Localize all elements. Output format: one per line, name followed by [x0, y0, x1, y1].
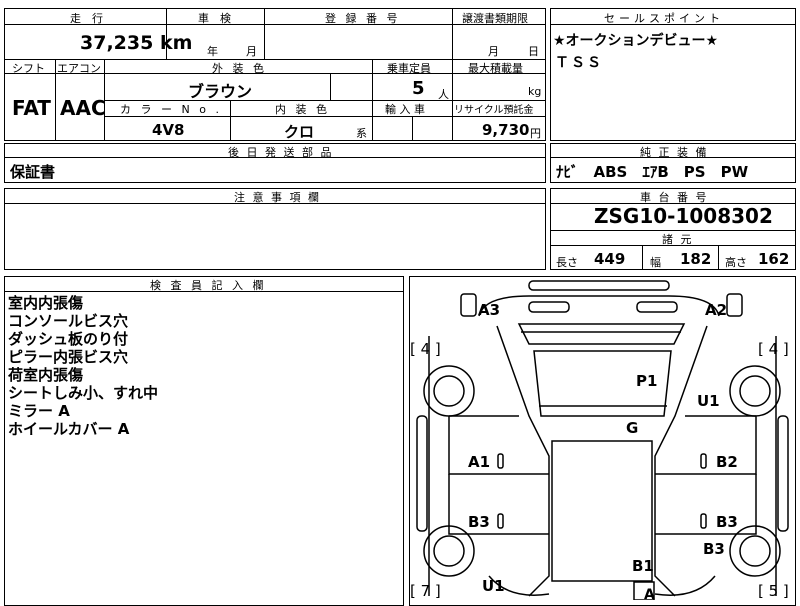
- damage-mark-a-rear: A: [644, 587, 655, 603]
- damage-mark-u1-right: U1: [697, 392, 720, 410]
- inspector-header: 検 査 員 記 入 欄: [150, 279, 267, 292]
- height-label: 高さ: [725, 256, 747, 269]
- capacity-value: 5: [412, 78, 425, 99]
- chassis-header: 車 台 番 号: [640, 191, 709, 204]
- damage-mark-g: G: [626, 419, 639, 437]
- max-load-header: 最大積載量: [468, 62, 523, 75]
- capacity-unit: 人: [438, 88, 449, 101]
- exterior-color-header: 外 装 色: [212, 62, 267, 75]
- tire-depth-right-front: [ 4 ]: [758, 340, 789, 358]
- load-unit: kg: [528, 85, 542, 98]
- specs-header: 諸 元: [662, 233, 694, 246]
- sales-point-item-1: ★オークションデビュー★: [553, 33, 719, 49]
- list-item: ホイールカバー A: [8, 420, 130, 438]
- mileage-value: 37,235 km: [80, 32, 193, 54]
- list-item: 荷室内張傷: [8, 366, 84, 384]
- import-header: 輸 入 車: [385, 103, 425, 116]
- inspector-notes-list: 室内内張傷 コンソールビス穴 ダッシュ板のり付 ピラー内張ビス穴 荷室内張傷 シ…: [8, 294, 158, 438]
- equipment-header: 純 正 装 備: [640, 146, 709, 159]
- color-no-header: カ ラ ー N o .: [120, 103, 222, 116]
- transfer-deadline-header: 譲渡書類期限: [462, 12, 528, 25]
- damage-mark-b3-rear: B3: [703, 540, 725, 558]
- aircon-value: AAC: [60, 96, 106, 120]
- interior-color-value: クロ: [284, 123, 315, 141]
- sales-point-item-2: ＴＳＳ: [555, 55, 603, 71]
- chassis-number: ZSG10-1008302: [594, 204, 773, 228]
- recycle-unit: 円: [530, 127, 541, 140]
- damage-mark-b3-right: B3: [716, 513, 738, 531]
- tire-depth-left-rear: [ 7 ]: [410, 582, 441, 600]
- car-diagram: [416, 280, 789, 600]
- damage-mark-u1-left: U1: [482, 577, 505, 595]
- damage-mark-b2: B2: [716, 453, 738, 471]
- list-item: コンソールビス穴: [8, 312, 129, 330]
- tire-depth-right-rear: [ 5 ]: [758, 582, 789, 600]
- sales-point-header: セールスポイント: [604, 12, 724, 25]
- equipment-value: ﾅﾋﾞ ABS ｴｱB PS PW: [556, 163, 749, 181]
- sales-point-box: [550, 8, 796, 141]
- damage-mark-p1: P1: [636, 372, 658, 390]
- mileage-header: 走 行: [70, 12, 103, 25]
- color-no-value: 4V8: [152, 121, 185, 139]
- deadline-month: 月: [488, 45, 499, 58]
- height-value: 162: [758, 250, 790, 268]
- aircon-header: エアコン: [57, 62, 101, 75]
- length-value: 449: [594, 250, 626, 268]
- recycle-amount: 9,730: [482, 121, 530, 139]
- width-label: 幅: [650, 256, 661, 269]
- interior-color-header: 内 装 色: [275, 103, 330, 116]
- list-item: 室内内張傷: [8, 294, 84, 312]
- width-value: 182: [680, 250, 712, 268]
- shift-value: FAT: [12, 96, 51, 120]
- damage-mark-b1: B1: [632, 557, 654, 575]
- length-label: 長さ: [556, 256, 578, 269]
- recycle-header: リサイクル預託金: [454, 105, 534, 116]
- list-item: ピラー内張ビス穴: [8, 348, 129, 366]
- inspection-year: 年: [207, 45, 218, 58]
- registration-header: 登 録 番 号: [325, 12, 401, 25]
- damage-mark-a3: A3: [478, 301, 501, 319]
- exterior-color-value: ブラウン: [188, 82, 253, 101]
- notes-header: 注 意 事 項 欄: [234, 191, 321, 204]
- inspection-header: 車 検: [198, 12, 231, 25]
- later-parts-header: 後 日 発 送 部 品: [228, 146, 334, 159]
- damage-mark-a2: A2: [705, 301, 728, 319]
- deadline-day: 日: [528, 45, 539, 58]
- tire-depth-left-front: [ 4 ]: [410, 340, 441, 358]
- interior-color-suffix: 系: [356, 127, 367, 140]
- damage-mark-a1: A1: [468, 453, 491, 471]
- damage-mark-b3-left: B3: [468, 513, 490, 531]
- capacity-header: 乗車定員: [387, 62, 431, 75]
- list-item: ミラー A: [8, 402, 70, 420]
- shift-header: シフト: [12, 62, 45, 75]
- later-parts-value: 保証書: [10, 163, 56, 181]
- inspection-month: 月: [246, 45, 257, 58]
- list-item: ダッシュ板のり付: [8, 330, 129, 348]
- list-item: シートしみ小、すれ中: [8, 384, 159, 402]
